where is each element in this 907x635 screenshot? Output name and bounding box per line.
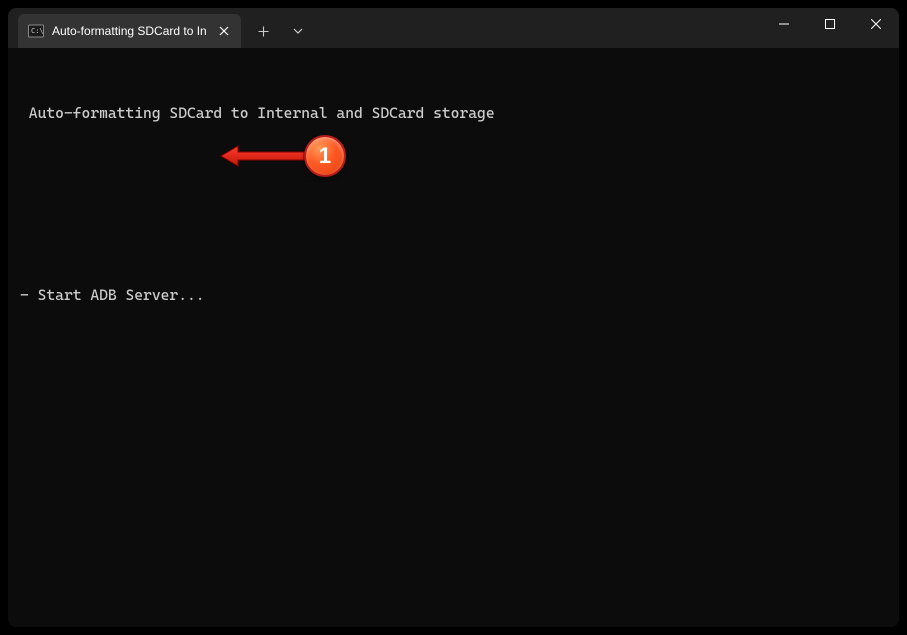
- terminal-tab[interactable]: C:\ Auto-formatting SDCard to In: [18, 14, 241, 48]
- tab-close-button[interactable]: [215, 22, 233, 40]
- minimize-button[interactable]: [761, 8, 807, 40]
- terminal-line-1: Auto-formatting SDCard to Internal and S…: [20, 103, 887, 123]
- tab-dropdown-button[interactable]: [281, 16, 315, 46]
- cmd-icon: C:\: [28, 23, 44, 39]
- svg-text:C:\: C:\: [31, 27, 44, 35]
- title-bar: C:\ Auto-formatting SDCard to In: [8, 8, 899, 48]
- inner-window: C:\ Auto-formatting SDCard to In: [8, 8, 899, 627]
- terminal-content[interactable]: Auto-formatting SDCard to Internal and S…: [8, 48, 899, 627]
- terminal-blank-line: [20, 163, 887, 183]
- window-controls: [761, 8, 899, 40]
- terminal-line-2: - Start ADB Server...: [20, 285, 887, 305]
- close-button[interactable]: [853, 8, 899, 40]
- tab-title: Auto-formatting SDCard to In: [52, 24, 207, 38]
- new-tab-button[interactable]: [247, 16, 281, 46]
- terminal-blank-line: [20, 224, 887, 244]
- window-frame: C:\ Auto-formatting SDCard to In: [0, 0, 907, 635]
- tab-actions: [247, 14, 315, 48]
- maximize-button[interactable]: [807, 8, 853, 40]
